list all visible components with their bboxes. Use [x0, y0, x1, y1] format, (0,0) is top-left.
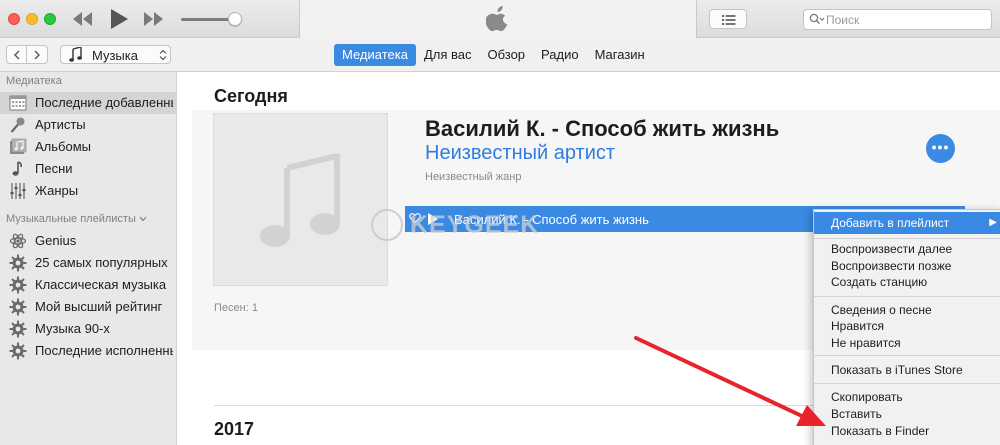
gear-icon: [9, 342, 27, 360]
forward-button[interactable]: [27, 45, 48, 64]
sidebar-item-genius[interactable]: Genius: [0, 230, 176, 252]
section-heading-today: Сегодня: [214, 86, 288, 106]
back-button[interactable]: [6, 45, 27, 64]
zoom-window-button[interactable]: [44, 13, 56, 25]
minimize-window-button[interactable]: [26, 13, 38, 25]
title-bar: [0, 0, 1000, 38]
up-down-chevron-icon: [159, 49, 167, 61]
chevron-right-icon: [34, 50, 40, 60]
music-note-icon: [260, 154, 340, 247]
songs-count: Песен: 1: [214, 302, 258, 314]
microphone-icon: [10, 117, 25, 133]
album-artwork[interactable]: [213, 113, 388, 286]
sidebar-item-label: Последние добавленные: [35, 95, 173, 110]
sidebar-item-label: Классическая музыка: [35, 277, 167, 292]
menu-item-play-next[interactable]: Воспроизвести далее: [814, 241, 1000, 258]
context-menu: Добавить в плейлист ▶ Воспроизвести дале…: [813, 209, 1000, 445]
sidebar-item-label: Артисты: [35, 117, 86, 132]
gear-icon: [9, 254, 27, 272]
sidebar-item-classical[interactable]: Классическая музыка: [0, 274, 176, 296]
watermark-logo: [371, 209, 403, 241]
apple-logo-icon: [486, 6, 508, 32]
search-input[interactable]: [826, 12, 986, 27]
gear-icon: [9, 298, 27, 316]
list-icon: [721, 14, 736, 26]
sidebar-item-songs[interactable]: Песни: [0, 158, 176, 180]
status-display: [299, 0, 697, 38]
sidebar-item-90s-music[interactable]: Музыка 90-х: [0, 318, 176, 340]
section-heading-year: 2017: [214, 419, 255, 439]
sidebar-heading-playlists[interactable]: Музыкальные плейлисты: [6, 213, 147, 225]
navigation-bar: Музыка Медиатека Для вас Обзор Радио Маг…: [0, 38, 1000, 72]
menu-item-show-in-finder[interactable]: Показать в Finder: [814, 423, 1000, 440]
chevron-left-icon: [14, 50, 20, 60]
more-options-button[interactable]: •••: [926, 134, 955, 163]
sidebar-item-label: Мой высший рейтинг: [35, 299, 163, 314]
music-note-icon: [69, 47, 82, 62]
menu-item-song-info[interactable]: Сведения о песне: [814, 302, 1000, 319]
sidebar-item-label: 25 самых популярных: [35, 255, 168, 270]
atom-icon: [9, 233, 27, 249]
gear-icon: [9, 320, 27, 338]
genres-icon: [10, 183, 26, 199]
sidebar-item-label: Genius: [35, 233, 77, 248]
sidebar: Медиатека Последние добавленные Артисты …: [0, 72, 177, 445]
recently-added-icon: [9, 95, 27, 111]
menu-item-show-in-itunes-store[interactable]: Показать в iTunes Store: [814, 362, 1000, 379]
sidebar-item-label: Музыка 90-х: [35, 321, 110, 336]
menu-item-add-to-playlist[interactable]: Добавить в плейлист ▶: [814, 212, 1000, 234]
submenu-arrow-icon: ▶: [989, 217, 997, 228]
media-kind-selector[interactable]: Музыка: [60, 45, 171, 64]
album-title: Василий К. - Способ жить жизнь: [425, 116, 780, 141]
search-box[interactable]: [803, 9, 992, 30]
sidebar-item-label: Альбомы: [35, 139, 91, 154]
menu-item-label: Добавить в плейлист: [831, 216, 950, 230]
sidebar-item-recently-played[interactable]: Последние исполненные: [0, 340, 176, 362]
media-kind-label: Музыка: [92, 48, 138, 63]
menu-item-love[interactable]: Нравится: [814, 318, 1000, 335]
sidebar-item-top-rated[interactable]: Мой высший рейтинг: [0, 296, 176, 318]
chevron-down-icon: [139, 216, 147, 222]
gear-icon: [9, 276, 27, 294]
annotation-arrow-icon: [634, 336, 826, 426]
menu-item-dislike[interactable]: Не нравится: [814, 335, 1000, 352]
main-tabs: Медиатека Для вас Обзор Радио Магазин: [334, 44, 653, 66]
tab-store[interactable]: Магазин: [587, 44, 653, 66]
tab-library[interactable]: Медиатека: [334, 44, 416, 66]
menu-item-create-station[interactable]: Создать станцию: [814, 274, 1000, 291]
search-icon: [809, 13, 825, 25]
ellipsis-icon: •••: [931, 139, 950, 155]
menu-separator: [814, 355, 1000, 356]
sidebar-item-artists[interactable]: Артисты: [0, 114, 176, 136]
play-icon[interactable]: [109, 8, 129, 30]
album-artist-link[interactable]: Неизвестный артист: [425, 142, 615, 165]
watermark-text: KEYGEEK: [410, 211, 540, 239]
sidebar-item-recently-added[interactable]: Последние добавленные: [0, 92, 176, 114]
album-genre: Неизвестный жанр: [425, 171, 522, 183]
menu-item-paste[interactable]: Вставить: [814, 406, 1000, 423]
rewind-icon[interactable]: [72, 11, 94, 27]
up-next-list-button[interactable]: [709, 9, 747, 29]
sidebar-item-genres[interactable]: Жанры: [0, 180, 176, 202]
menu-separator: [814, 296, 1000, 297]
sidebar-heading-library: Медиатека: [6, 75, 62, 87]
menu-item-copy[interactable]: Скопировать: [814, 389, 1000, 406]
tab-radio[interactable]: Радио: [533, 44, 587, 66]
menu-separator: [814, 383, 1000, 384]
tab-browse[interactable]: Обзор: [479, 44, 533, 66]
tab-for-you[interactable]: Для вас: [416, 44, 480, 66]
close-window-button[interactable]: [8, 13, 20, 25]
fast-forward-icon[interactable]: [143, 11, 165, 27]
sidebar-item-label: Последние исполненные: [35, 343, 173, 358]
sidebar-item-label: Песни: [35, 161, 73, 176]
volume-slider-knob[interactable]: [228, 12, 242, 26]
music-note-icon: [12, 161, 22, 176]
sidebar-item-top-25[interactable]: 25 самых популярных: [0, 252, 176, 274]
menu-item-play-later[interactable]: Воспроизвести позже: [814, 258, 1000, 275]
menu-separator: [814, 238, 1000, 239]
playlists-heading-label: Музыкальные плейлисты: [6, 213, 136, 225]
sidebar-item-label: Жанры: [35, 183, 79, 198]
album-icon: [10, 138, 27, 154]
sidebar-item-albums[interactable]: Альбомы: [0, 136, 176, 158]
